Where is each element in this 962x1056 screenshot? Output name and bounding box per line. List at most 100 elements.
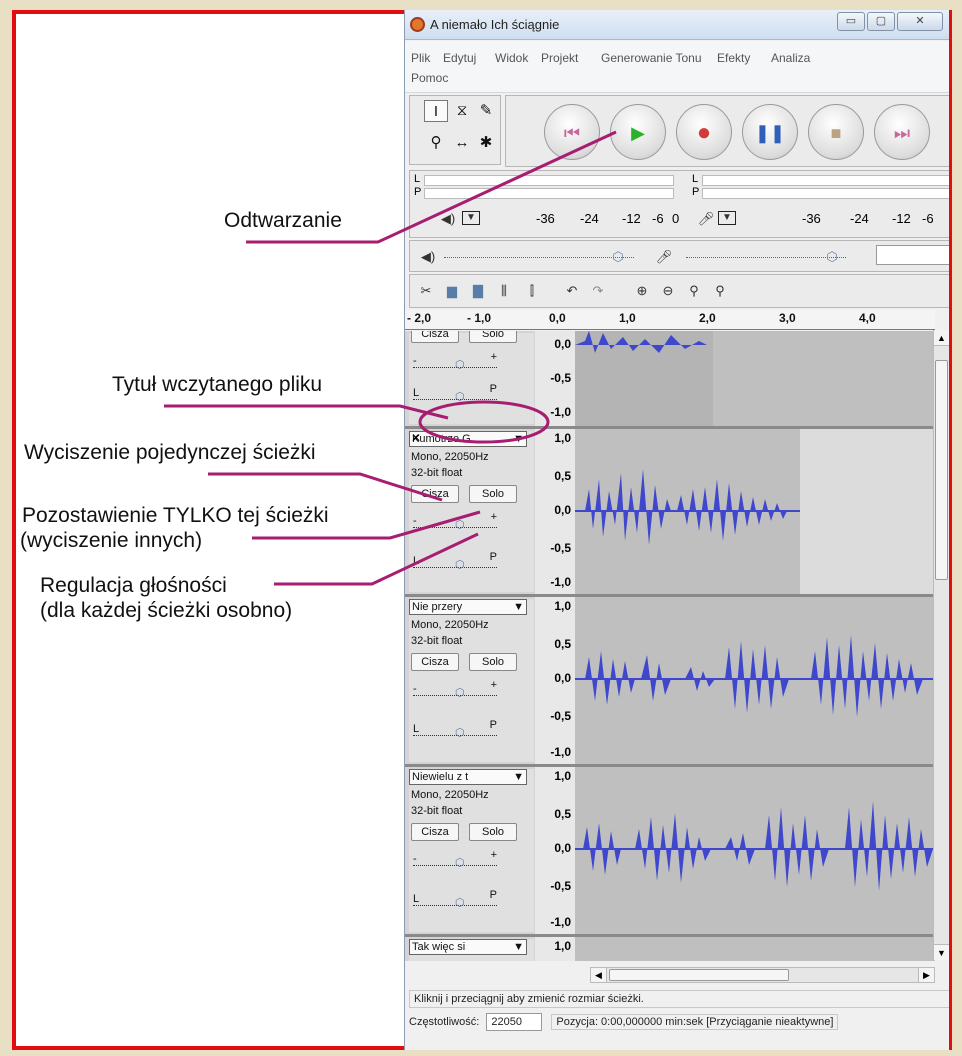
pan-slider[interactable]: L P ⬡ <box>413 889 497 911</box>
play-button[interactable]: ▶ <box>610 104 666 160</box>
menu-bar: Plik Edytuj Widok Projekt Generowanie To… <box>405 41 949 93</box>
scroll-up-icon[interactable]: ▲ <box>934 330 949 346</box>
waveform-area[interactable] <box>575 597 935 764</box>
solo-button[interactable]: Solo <box>469 331 517 343</box>
gain-slider[interactable]: - + ⬡ <box>413 849 497 871</box>
undo-icon[interactable]: ↶ <box>560 281 584 301</box>
vertical-scrollbar[interactable]: ▲ ▼ <box>933 330 949 960</box>
redo-icon[interactable]: ↷ <box>586 281 610 301</box>
track-name-menu[interactable]: Nie przery ▼ <box>409 599 527 615</box>
zoom-in-icon[interactable]: ⊕ <box>630 281 654 301</box>
skip-end-button[interactable]: ⏭ <box>874 104 930 160</box>
draw-tool-icon[interactable]: ✎ <box>474 100 498 122</box>
close-track-icon[interactable]: ✕ <box>411 431 421 445</box>
record-button[interactable]: ● <box>676 104 732 160</box>
menu-project[interactable]: Projekt <box>541 51 578 65</box>
scale-label: -1,0 <box>550 745 571 759</box>
pan-slider[interactable]: L P ⬡ <box>413 383 497 405</box>
horizontal-scrollbar[interactable]: ◀ ▶ <box>590 967 935 983</box>
annotation-mute-track: Wyciszenie pojedynczej ścieżki <box>24 441 316 464</box>
scroll-right-icon[interactable]: ▶ <box>918 968 934 982</box>
track-name-menu[interactable]: Kumotrze G ▼ <box>409 431 527 447</box>
silence-icon[interactable]: ⫿ <box>520 281 544 301</box>
menu-effects[interactable]: Efekty <box>717 51 750 65</box>
playback-meter-menu-icon[interactable]: ▼ <box>462 211 480 225</box>
fit-project-icon[interactable]: ⚲ <box>708 281 732 301</box>
selection-tool-icon[interactable]: I <box>424 100 448 122</box>
gain-thumb-icon[interactable]: ⬡ <box>455 686 465 699</box>
skip-start-button[interactable]: ⏮ <box>544 104 600 160</box>
scroll-down-icon[interactable]: ▼ <box>934 944 949 960</box>
pan-thumb-icon[interactable]: ⬡ <box>455 726 465 739</box>
menu-view[interactable]: Widok <box>495 51 528 65</box>
vertical-scroll-thumb[interactable] <box>935 360 948 580</box>
mute-button[interactable]: Cisza <box>411 485 459 503</box>
menu-analyze[interactable]: Analiza <box>771 51 810 65</box>
track-name-menu[interactable]: Niewielu z t ▼ <box>409 769 527 785</box>
copy-icon[interactable]: ▆ <box>440 281 464 301</box>
waveform-area[interactable] <box>575 429 935 594</box>
paste-icon[interactable]: ▇ <box>466 281 490 301</box>
menu-file[interactable]: Plik <box>411 51 430 65</box>
input-source-select[interactable] <box>876 245 949 265</box>
gain-slider[interactable]: - + ⬡ <box>413 351 497 373</box>
menu-edit[interactable]: Edytuj <box>443 51 476 65</box>
stop-button[interactable]: ■ <box>808 104 864 160</box>
scroll-left-icon[interactable]: ◀ <box>591 968 607 982</box>
scale-label: 0,0 <box>554 671 571 685</box>
gain-plus-label: + <box>490 849 497 861</box>
pan-thumb-icon[interactable]: ⬡ <box>455 558 465 571</box>
minimize-button[interactable]: ▭ <box>837 12 865 31</box>
pan-left-label: L <box>413 893 420 905</box>
trim-icon[interactable]: ⫼ <box>492 281 516 301</box>
pan-thumb-icon[interactable]: ⬡ <box>455 896 465 909</box>
scale-label: -0,5 <box>550 541 571 555</box>
mute-button[interactable]: Cisza <box>411 653 459 671</box>
multi-tool-icon[interactable]: ✱ <box>474 132 498 154</box>
gain-slider[interactable]: - + ⬡ <box>413 511 497 533</box>
solo-button[interactable]: Solo <box>469 823 517 841</box>
track: Niewielu z t ▼ Mono, 22050Hz 32-bit float… <box>405 767 935 937</box>
transport-toolbar: ⏮ ▶ ● ❚❚ ■ ⏭ <box>505 95 949 167</box>
mute-button[interactable]: Cisza <box>411 823 459 841</box>
gain-slider[interactable]: - + ⬡ <box>413 679 497 701</box>
pan-slider[interactable]: L P ⬡ <box>413 719 497 741</box>
gain-thumb-icon[interactable]: ⬡ <box>455 358 465 371</box>
gain-thumb-icon[interactable]: ⬡ <box>455 518 465 531</box>
scale-label: 0,5 <box>554 469 571 483</box>
waveform-area[interactable] <box>575 331 935 426</box>
amplitude-scale: 1,0 0,5 0,0 -0,5 -1,0 <box>535 429 575 594</box>
dropdown-arrow-icon[interactable]: ▼ <box>513 770 524 784</box>
cut-icon[interactable]: ✂ <box>414 281 438 301</box>
audacity-window: A niemało Ich ściągnie ▭ ▢ ✕ Plik Edytuj… <box>404 10 949 1050</box>
mute-button[interactable]: Cisza <box>411 331 459 343</box>
track-name-menu[interactable]: Tak więc si ▼ <box>409 939 527 955</box>
rate-input[interactable]: 22050 <box>486 1013 543 1031</box>
menu-help[interactable]: Pomoc <box>411 71 448 85</box>
waveform-area[interactable] <box>575 767 935 934</box>
maximize-button[interactable]: ▢ <box>867 12 895 31</box>
zoom-out-icon[interactable]: ⊖ <box>656 281 680 301</box>
gain-thumb-icon[interactable]: ⬡ <box>455 856 465 869</box>
pan-thumb-icon[interactable]: ⬡ <box>455 390 465 403</box>
horizontal-scroll-thumb[interactable] <box>609 969 789 981</box>
record-meter-menu-icon[interactable]: ▼ <box>718 211 736 225</box>
timeline-ruler[interactable]: - 2,0 - 1,0 0,0 1,0 2,0 3,0 4,0 <box>405 310 935 330</box>
dropdown-arrow-icon[interactable]: ▼ <box>513 432 524 446</box>
envelope-tool-icon[interactable]: ⧖ <box>450 100 474 122</box>
solo-button[interactable]: Solo <box>469 653 517 671</box>
dropdown-arrow-icon[interactable]: ▼ <box>513 940 524 954</box>
solo-button[interactable]: Solo <box>469 485 517 503</box>
input-volume-thumb-icon[interactable]: ⬡ <box>820 247 844 267</box>
zoom-tool-icon[interactable]: ⚲ <box>424 132 448 154</box>
output-volume-thumb-icon[interactable]: ⬡ <box>606 247 630 267</box>
pause-button[interactable]: ❚❚ <box>742 104 798 160</box>
timeshift-tool-icon[interactable]: ↔ <box>450 132 474 154</box>
pan-slider[interactable]: L P ⬡ <box>413 551 497 573</box>
dropdown-arrow-icon[interactable]: ▼ <box>513 600 524 614</box>
menu-generate[interactable]: Generowanie Tonu <box>601 51 702 65</box>
waveform-area[interactable] <box>575 937 935 961</box>
close-button[interactable]: ✕ <box>897 12 943 31</box>
ruler-tick-minus2: - 2,0 <box>407 311 432 325</box>
fit-selection-icon[interactable]: ⚲ <box>682 281 706 301</box>
